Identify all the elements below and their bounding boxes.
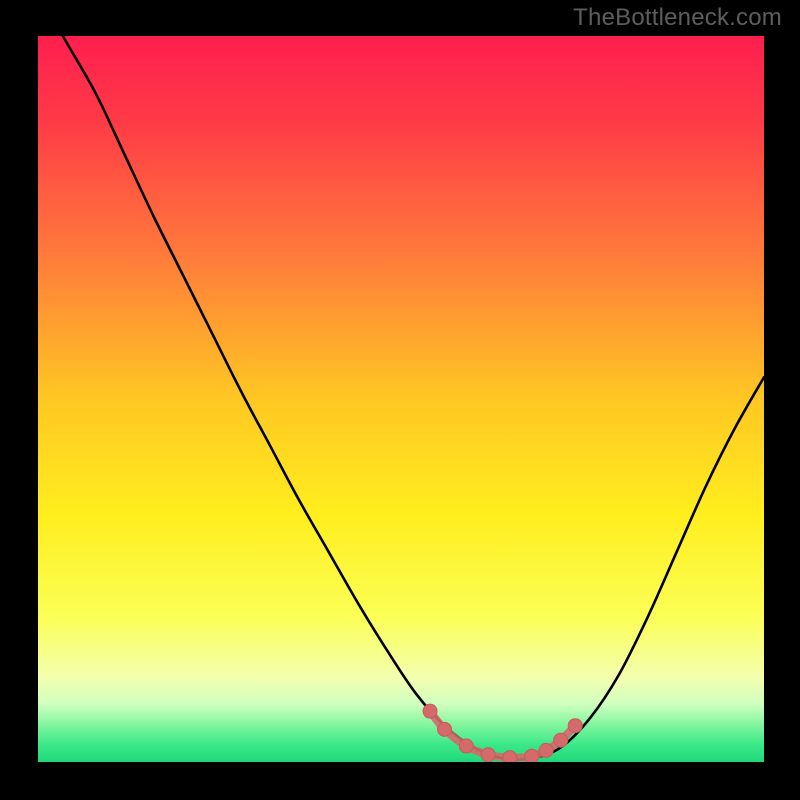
chart-frame: TheBottleneck.com <box>0 0 800 800</box>
plot-background <box>38 36 764 762</box>
marker-dot <box>459 739 473 753</box>
marker-dot <box>423 704 437 718</box>
watermark-text: TheBottleneck.com <box>573 4 782 32</box>
bottleneck-plot <box>0 0 800 800</box>
marker-dot <box>438 722 452 736</box>
marker-dot <box>568 719 582 733</box>
marker-dot <box>503 751 517 765</box>
marker-dot <box>525 749 539 763</box>
marker-dot <box>539 743 553 757</box>
marker-dot <box>554 733 568 747</box>
marker-dot <box>481 748 495 762</box>
